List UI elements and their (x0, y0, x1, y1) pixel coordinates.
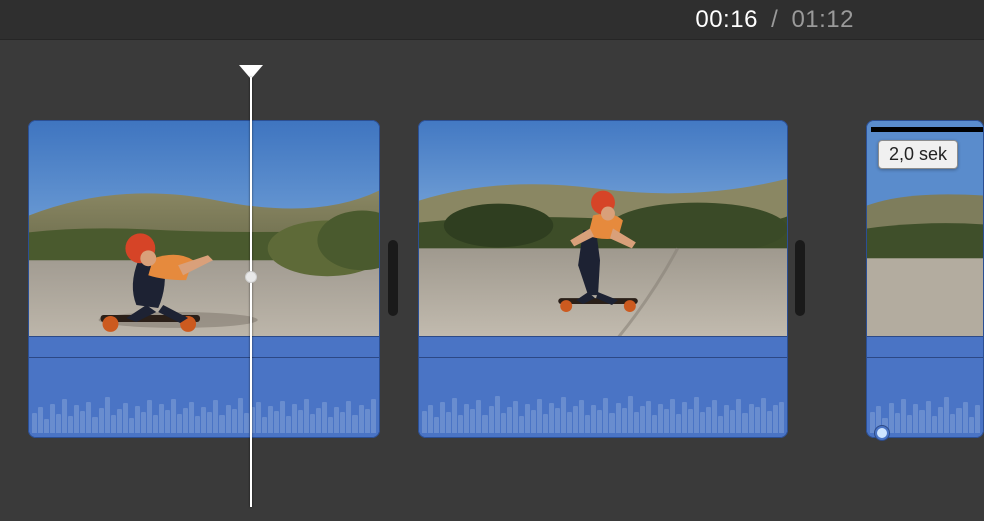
audio-volume-line[interactable] (867, 357, 983, 358)
clip-1-waveform (29, 391, 379, 433)
transition-handle-2[interactable] (795, 240, 805, 316)
audio-volume-line[interactable] (419, 357, 787, 358)
clip-2-inner (418, 120, 788, 438)
timecode-current: 00:16 (695, 6, 758, 33)
timecode-total: 01:12 (791, 6, 854, 33)
audio-volume-line[interactable] (29, 357, 379, 358)
clip-3-title-bar (871, 127, 983, 132)
timecode-separator: / (771, 6, 778, 33)
playhead-marker-icon (239, 65, 263, 79)
clip-2-thumbnail (419, 121, 787, 336)
clip-2[interactable] (418, 120, 788, 438)
clip-1[interactable] (28, 120, 380, 438)
timecode-display: 00:16 / 01:12 (695, 6, 854, 34)
clip-2-audio[interactable] (419, 336, 787, 437)
clip-1-thumbnail (29, 121, 379, 336)
clip-1-audio[interactable] (29, 336, 379, 437)
duration-tooltip-text: 2,0 sek (889, 144, 947, 164)
header-bar: 00:16 / 01:12 (0, 0, 984, 40)
clip-2-waveform (419, 391, 787, 433)
clip-3-audio[interactable] (867, 336, 983, 437)
audio-keyframe[interactable] (875, 426, 889, 440)
clip-1-inner (28, 120, 380, 438)
video-editor: 00:16 / 01:12 (0, 0, 984, 521)
timeline[interactable]: 2,0 sek (0, 40, 984, 520)
transition-handle-1[interactable] (388, 240, 398, 316)
duration-tooltip: 2,0 sek (878, 140, 958, 169)
